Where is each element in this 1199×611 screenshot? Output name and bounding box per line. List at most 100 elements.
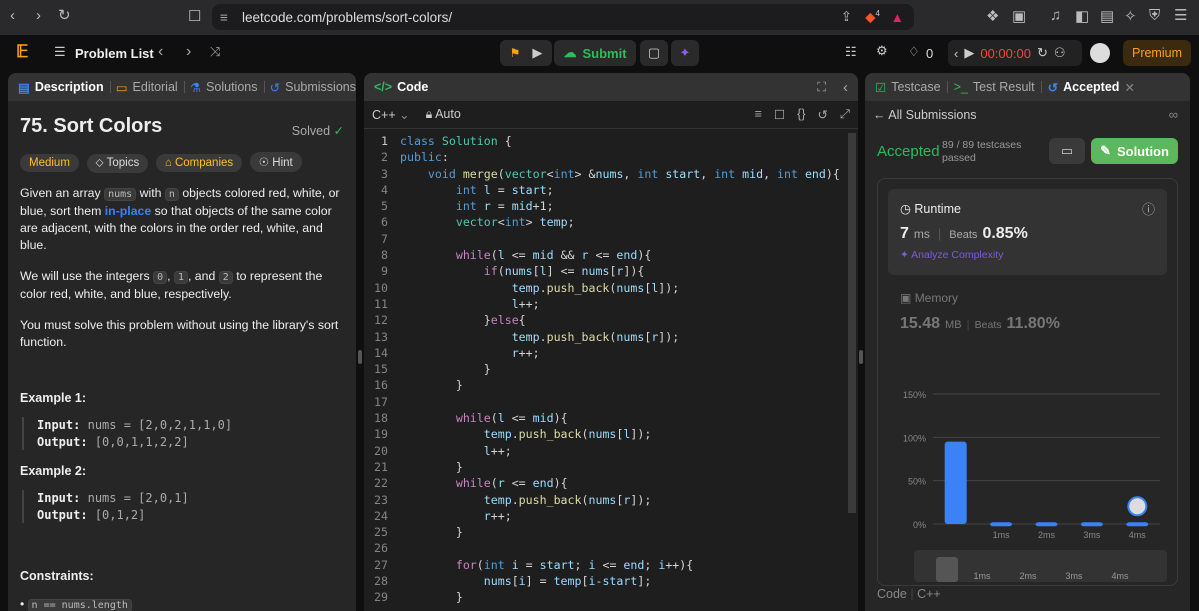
- code-line[interactable]: 20 l ++;: [364, 443, 846, 459]
- memory-card[interactable]: ▣ Memory 15.48 MB | Beats 11.80%: [900, 291, 1060, 333]
- code-line[interactable]: 7: [364, 231, 846, 247]
- debug-icon[interactable]: ⚑: [510, 46, 521, 60]
- code-line[interactable]: 18 while(l <= mid){: [364, 410, 846, 426]
- prev-problem-icon[interactable]: ‹: [158, 43, 163, 61]
- code-line[interactable]: 12 } else{: [364, 312, 846, 328]
- language-select[interactable]: C++ ⌄: [372, 107, 410, 122]
- reset-icon[interactable]: ↺: [818, 107, 828, 122]
- run-icon[interactable]: ▶: [532, 45, 542, 61]
- streak-icon[interactable]: ♢: [908, 44, 920, 60]
- runtime-distribution-chart[interactable]: 150% 100% 50% 0% 1ms 2ms 3ms 4ms 1ms 2ms 3ms 4ms: [878, 339, 1177, 611]
- fullscreen-icon[interactable]: ⤢: [840, 107, 850, 122]
- menu-icon[interactable]: ☰: [1174, 6, 1187, 24]
- notes-button[interactable]: ▢: [640, 40, 668, 66]
- companies-button[interactable]: ⌂ Companies: [155, 154, 243, 172]
- bar-2ms[interactable]: [1035, 522, 1058, 527]
- code-line[interactable]: 22 while(r <= end){: [364, 475, 846, 491]
- code-line[interactable]: 9 if(nums[l] <= nums[r]){: [364, 263, 846, 279]
- reload-icon[interactable]: ↻: [58, 6, 71, 24]
- code-line[interactable]: 10 temp. push_back(nums[l]);: [364, 280, 846, 296]
- code-line[interactable]: 13 temp. push_back(nums[r]);: [364, 329, 846, 345]
- code-line[interactable]: 14 r ++;: [364, 345, 846, 361]
- code-line[interactable]: 17: [364, 394, 846, 410]
- code-line[interactable]: 5 int r = mid +1;: [364, 198, 846, 214]
- runtime-card[interactable]: ◷ Runtime ⓘ 7 ms | Beats 0.85% ✦ Analyze Co…: [888, 189, 1167, 275]
- collapse-icon[interactable]: ‹: [843, 79, 848, 96]
- site-settings-icon[interactable]: ≡: [220, 10, 228, 25]
- submit-button[interactable]: ☁ Submit: [554, 40, 636, 66]
- tab-test-result[interactable]: >_ Test Result: [954, 80, 1035, 94]
- code-line[interactable]: 21 }: [364, 459, 846, 475]
- collapse-timer-icon[interactable]: ‹: [954, 46, 958, 61]
- code-line[interactable]: 15 }: [364, 361, 846, 377]
- bookmark-icon[interactable]: ☐: [188, 7, 201, 25]
- share-icon[interactable]: ⇪: [841, 9, 852, 25]
- code-line[interactable]: 1 class Solution {: [364, 133, 846, 149]
- resize-handle[interactable]: [358, 350, 362, 364]
- in-place-link[interactable]: in-place: [105, 204, 151, 218]
- brave-rewards-icon[interactable]: ▲: [891, 10, 904, 25]
- tab-editorial[interactable]: ▭ Editorial: [116, 80, 178, 95]
- brave-shield-icon[interactable]: ◆4: [865, 9, 880, 26]
- bar-4ms[interactable]: [1126, 522, 1149, 527]
- solution-button[interactable]: ✎ Solution: [1091, 138, 1178, 164]
- settings-icon[interactable]: ⚙: [876, 43, 888, 59]
- premium-button[interactable]: Premium: [1123, 40, 1191, 66]
- tab-accepted[interactable]: ↺ Accepted ✕: [1048, 80, 1135, 95]
- avatar[interactable]: [1090, 43, 1110, 63]
- wallet-icon[interactable]: ▤: [1100, 7, 1114, 25]
- tab-description[interactable]: ▤ Description: [18, 80, 104, 95]
- code-line[interactable]: 4 int l = start;: [364, 182, 846, 198]
- reader-icon[interactable]: ▣: [1012, 7, 1026, 25]
- code-line[interactable]: 23 temp. push_back(nums[r]);: [364, 492, 846, 508]
- ai-button[interactable]: ✦: [671, 40, 699, 66]
- code-line[interactable]: 6 vector < int > temp;: [364, 214, 846, 230]
- code-line[interactable]: 28 nums[i] = temp[i - start];: [364, 573, 846, 589]
- code-editor[interactable]: 1 class Solution {2 public:3 void merge(ve…: [364, 133, 846, 606]
- start-timer-icon[interactable]: ▶: [964, 45, 974, 61]
- reset-timer-icon[interactable]: ↻: [1037, 45, 1048, 61]
- address-bar[interactable]: ≡ leetcode.com/problems/sort-colors/ ⇪ ◆4…: [212, 4, 914, 30]
- editorial-button[interactable]: ▭: [1049, 138, 1085, 164]
- resize-handle[interactable]: [859, 350, 863, 364]
- bar-1ms[interactable]: [990, 522, 1013, 527]
- sidebar-icon[interactable]: ◧: [1075, 7, 1089, 25]
- code-line[interactable]: 2 public:: [364, 149, 846, 165]
- leo-ai-icon[interactable]: ✧: [1124, 7, 1137, 25]
- shuffle-icon[interactable]: ⤨: [210, 44, 220, 60]
- code-line[interactable]: 16 }: [364, 377, 846, 393]
- slider-handle[interactable]: [936, 557, 958, 582]
- problem-list-link[interactable]: Problem List: [75, 46, 154, 61]
- back-icon[interactable]: ‹: [10, 7, 15, 24]
- close-icon[interactable]: ✕: [1124, 80, 1134, 95]
- info-icon[interactable]: ⓘ: [1142, 199, 1155, 218]
- tab-code[interactable]: </> Code: [374, 80, 428, 94]
- tab-solutions[interactable]: ⚗ Solutions: [190, 80, 258, 95]
- vpn-icon[interactable]: ⛨: [1149, 7, 1160, 24]
- analyze-complexity-link[interactable]: ✦ Analyze Complexity: [900, 249, 1003, 261]
- code-line[interactable]: 11 l ++;: [364, 296, 846, 312]
- editor-scrollbar[interactable]: [848, 133, 856, 513]
- code-line[interactable]: 24 r ++;: [364, 508, 846, 524]
- next-problem-icon[interactable]: ›: [186, 43, 191, 61]
- layout-icon[interactable]: ☷: [845, 44, 857, 60]
- media-icon[interactable]: ♫: [1050, 7, 1061, 24]
- tab-testcase[interactable]: ☑ Testcase: [875, 80, 941, 95]
- code-line[interactable]: 3 void merge(vector < int > & nums, int star…: [364, 166, 846, 182]
- topics-button[interactable]: ⬦ Topics: [86, 154, 149, 173]
- forward-icon[interactable]: ›: [36, 7, 41, 24]
- format-icon[interactable]: ≡: [755, 107, 762, 122]
- tab-submissions[interactable]: ↺ Submissions: [270, 80, 356, 95]
- all-submissions-link[interactable]: ← All Submissions: [873, 108, 977, 122]
- code-line[interactable]: 25 }: [364, 524, 846, 540]
- code-line[interactable]: 26: [364, 540, 846, 556]
- hint-button[interactable]: ☉ Hint: [249, 152, 302, 172]
- code-line[interactable]: 29 }: [364, 589, 846, 605]
- leetcode-logo[interactable]: 𝔼: [16, 42, 28, 62]
- code-line[interactable]: 8 while(l <= mid && r <= end){: [364, 247, 846, 263]
- add-user-icon[interactable]: ⚇: [1054, 45, 1066, 61]
- extensions-icon[interactable]: ❖: [986, 7, 999, 25]
- bar-0ms[interactable]: [944, 441, 967, 524]
- code-line[interactable]: 19 temp. push_back(nums[l]);: [364, 426, 846, 442]
- link-icon[interactable]: ∞: [1169, 107, 1178, 122]
